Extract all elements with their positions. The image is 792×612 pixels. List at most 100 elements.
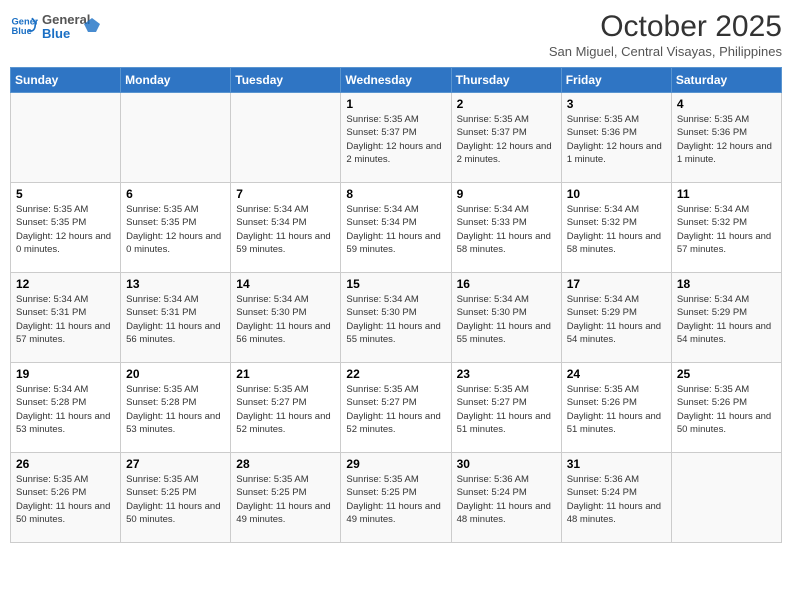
day-info: Sunrise: 5:34 AMSunset: 5:33 PMDaylight:… (457, 203, 556, 256)
day-number: 21 (236, 367, 335, 381)
day-info: Sunrise: 5:35 AMSunset: 5:27 PMDaylight:… (457, 383, 556, 436)
calendar-cell: 5 Sunrise: 5:35 AMSunset: 5:35 PMDaylight… (11, 183, 121, 273)
svg-text:Blue: Blue (42, 26, 70, 41)
day-info: Sunrise: 5:34 AMSunset: 5:30 PMDaylight:… (457, 293, 556, 346)
calendar-table: SundayMondayTuesdayWednesdayThursdayFrid… (10, 67, 782, 543)
page-header: General Blue General Blue October 2025 S… (10, 10, 782, 59)
day-number: 4 (677, 97, 776, 111)
weekday-header-saturday: Saturday (671, 68, 781, 93)
day-info: Sunrise: 5:34 AMSunset: 5:34 PMDaylight:… (346, 203, 445, 256)
day-info: Sunrise: 5:35 AMSunset: 5:37 PMDaylight:… (346, 113, 445, 166)
day-info: Sunrise: 5:34 AMSunset: 5:30 PMDaylight:… (236, 293, 335, 346)
day-info: Sunrise: 5:34 AMSunset: 5:30 PMDaylight:… (346, 293, 445, 346)
calendar-cell: 10Sunrise: 5:34 AMSunset: 5:32 PMDayligh… (561, 183, 671, 273)
day-info: Sunrise: 5:35 AMSunset: 5:26 PMDaylight:… (16, 473, 115, 526)
calendar-cell: 15Sunrise: 5:34 AMSunset: 5:30 PMDayligh… (341, 273, 451, 363)
day-info: Sunrise: 5:35 AMSunset: 5:26 PMDaylight:… (567, 383, 666, 436)
day-info: Sunrise: 5:35 AMSunset: 5:27 PMDaylight:… (236, 383, 335, 436)
calendar-cell: 13 Sunrise: 5:34 AMSunset: 5:31 PMDayligh… (121, 273, 231, 363)
week-row-5: 26 Sunrise: 5:35 AMSunset: 5:26 PMDayligh… (11, 453, 782, 543)
calendar-cell: 26 Sunrise: 5:35 AMSunset: 5:26 PMDayligh… (11, 453, 121, 543)
day-info: Sunrise: 5:35 AMSunset: 5:28 PMDaylight:… (126, 383, 225, 436)
day-number: 18 (677, 277, 776, 291)
day-info: Sunrise: 5:35 AMSunset: 5:25 PMDaylight:… (126, 473, 225, 526)
day-info: Sunrise: 5:34 AMSunset: 5:29 PMDaylight:… (567, 293, 666, 346)
day-number: 22 (346, 367, 445, 381)
calendar-cell: 11Sunrise: 5:34 AMSunset: 5:32 PMDayligh… (671, 183, 781, 273)
calendar-cell: 27 Sunrise: 5:35 AMSunset: 5:25 PMDayligh… (121, 453, 231, 543)
day-number: 17 (567, 277, 666, 291)
day-number: 6 (126, 187, 225, 201)
logo: General Blue General Blue (10, 10, 102, 42)
weekday-header-thursday: Thursday (451, 68, 561, 93)
day-number: 9 (457, 187, 556, 201)
day-number: 1 (346, 97, 445, 111)
day-info: Sunrise: 5:34 AMSunset: 5:32 PMDaylight:… (677, 203, 776, 256)
day-number: 16 (457, 277, 556, 291)
calendar-cell: 17 Sunrise: 5:34 AMSunset: 5:29 PMDayligh… (561, 273, 671, 363)
day-number: 25 (677, 367, 776, 381)
day-number: 5 (16, 187, 115, 201)
day-number: 12 (16, 277, 115, 291)
week-row-3: 12 Sunrise: 5:34 AMSunset: 5:31 PMDayligh… (11, 273, 782, 363)
day-number: 23 (457, 367, 556, 381)
day-info: Sunrise: 5:35 AMSunset: 5:27 PMDaylight:… (346, 383, 445, 436)
day-info: Sunrise: 5:35 AMSunset: 5:36 PMDaylight:… (567, 113, 666, 166)
day-number: 10 (567, 187, 666, 201)
calendar-cell: 22 Sunrise: 5:35 AMSunset: 5:27 PMDayligh… (341, 363, 451, 453)
calendar-cell: 20 Sunrise: 5:35 AMSunset: 5:28 PMDayligh… (121, 363, 231, 453)
week-row-2: 5 Sunrise: 5:35 AMSunset: 5:35 PMDaylight… (11, 183, 782, 273)
day-info: Sunrise: 5:34 AMSunset: 5:31 PMDaylight:… (126, 293, 225, 346)
title-block: October 2025 San Miguel, Central Visayas… (549, 10, 782, 59)
day-info: Sunrise: 5:34 AMSunset: 5:34 PMDaylight:… (236, 203, 335, 256)
day-info: Sunrise: 5:35 AMSunset: 5:35 PMDaylight:… (16, 203, 115, 256)
day-info: Sunrise: 5:35 AMSunset: 5:25 PMDaylight:… (346, 473, 445, 526)
header-row: SundayMondayTuesdayWednesdayThursdayFrid… (11, 68, 782, 93)
calendar-cell: 28Sunrise: 5:35 AMSunset: 5:25 PMDayligh… (231, 453, 341, 543)
weekday-header-monday: Monday (121, 68, 231, 93)
calendar-cell: 1 Sunrise: 5:35 AMSunset: 5:37 PMDaylight… (341, 93, 451, 183)
day-info: Sunrise: 5:34 AMSunset: 5:29 PMDaylight:… (677, 293, 776, 346)
day-info: Sunrise: 5:35 AMSunset: 5:26 PMDaylight:… (677, 383, 776, 436)
day-number: 24 (567, 367, 666, 381)
day-info: Sunrise: 5:35 AMSunset: 5:37 PMDaylight:… (457, 113, 556, 166)
day-number: 13 (126, 277, 225, 291)
day-info: Sunrise: 5:36 AMSunset: 5:24 PMDaylight:… (567, 473, 666, 526)
day-info: Sunrise: 5:34 AMSunset: 5:28 PMDaylight:… (16, 383, 115, 436)
calendar-cell (11, 93, 121, 183)
day-number: 28 (236, 457, 335, 471)
day-info: Sunrise: 5:34 AMSunset: 5:31 PMDaylight:… (16, 293, 115, 346)
day-info: Sunrise: 5:36 AMSunset: 5:24 PMDaylight:… (457, 473, 556, 526)
logo-icon: General Blue (10, 12, 38, 40)
calendar-cell (231, 93, 341, 183)
weekday-header-wednesday: Wednesday (341, 68, 451, 93)
day-number: 30 (457, 457, 556, 471)
weekday-header-sunday: Sunday (11, 68, 121, 93)
calendar-cell: 7 Sunrise: 5:34 AMSunset: 5:34 PMDaylight… (231, 183, 341, 273)
calendar-cell: 29 Sunrise: 5:35 AMSunset: 5:25 PMDayligh… (341, 453, 451, 543)
calendar-cell: 18 Sunrise: 5:34 AMSunset: 5:29 PMDayligh… (671, 273, 781, 363)
day-number: 8 (346, 187, 445, 201)
calendar-cell: 30 Sunrise: 5:36 AMSunset: 5:24 PMDayligh… (451, 453, 561, 543)
day-info: Sunrise: 5:35 AMSunset: 5:36 PMDaylight:… (677, 113, 776, 166)
calendar-cell: 14Sunrise: 5:34 AMSunset: 5:30 PMDayligh… (231, 273, 341, 363)
day-number: 20 (126, 367, 225, 381)
calendar-cell: 21 Sunrise: 5:35 AMSunset: 5:27 PMDayligh… (231, 363, 341, 453)
day-number: 2 (457, 97, 556, 111)
calendar-cell (671, 453, 781, 543)
calendar-cell: 4 Sunrise: 5:35 AMSunset: 5:36 PMDaylight… (671, 93, 781, 183)
calendar-cell: 8 Sunrise: 5:34 AMSunset: 5:34 PMDaylight… (341, 183, 451, 273)
day-info: Sunrise: 5:35 AMSunset: 5:35 PMDaylight:… (126, 203, 225, 256)
weekday-header-friday: Friday (561, 68, 671, 93)
day-number: 27 (126, 457, 225, 471)
calendar-cell: 19 Sunrise: 5:34 AMSunset: 5:28 PMDayligh… (11, 363, 121, 453)
day-number: 19 (16, 367, 115, 381)
calendar-cell: 16 Sunrise: 5:34 AMSunset: 5:30 PMDayligh… (451, 273, 561, 363)
day-number: 7 (236, 187, 335, 201)
day-number: 29 (346, 457, 445, 471)
calendar-cell: 24 Sunrise: 5:35 AMSunset: 5:26 PMDayligh… (561, 363, 671, 453)
calendar-cell: 25 Sunrise: 5:35 AMSunset: 5:26 PMDayligh… (671, 363, 781, 453)
day-number: 26 (16, 457, 115, 471)
logo-svg: General Blue (42, 10, 102, 42)
week-row-1: 1 Sunrise: 5:35 AMSunset: 5:37 PMDaylight… (11, 93, 782, 183)
